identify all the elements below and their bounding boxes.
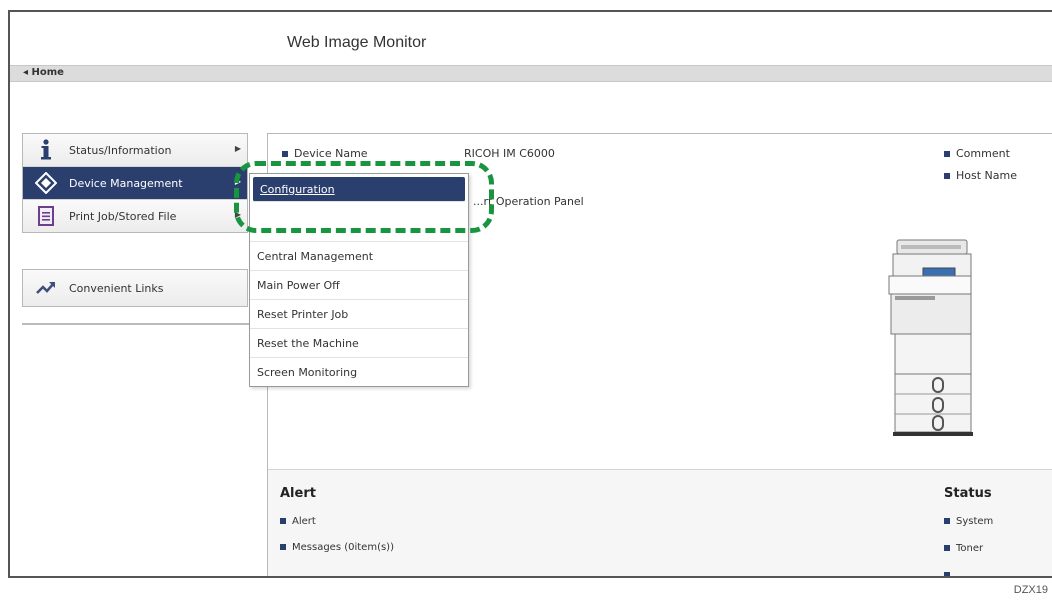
chevron-right-icon: ▶ xyxy=(234,177,241,186)
messages-link[interactable]: Messages (0item(s)) xyxy=(280,542,394,553)
menu-spacer xyxy=(250,205,468,242)
bullet-icon xyxy=(280,544,286,550)
status-heading: Status xyxy=(944,486,992,501)
menu-item-reset-the-machine[interactable]: Reset the Machine xyxy=(250,329,468,358)
printer-image xyxy=(875,238,985,442)
main-nav-menu: Status/Information ▶ Device Management ▶ xyxy=(22,133,248,233)
menu-item-central-management[interactable]: Central Management xyxy=(250,242,468,271)
messages-link-label: Messages (0item(s)) xyxy=(292,542,394,553)
toner-link-label: Toner xyxy=(956,543,984,554)
system-link-label: System xyxy=(956,516,994,527)
breadcrumb-bar: ◂ Home xyxy=(10,65,1052,82)
comment-label: Comment xyxy=(956,147,1010,160)
figure-caption: DZX19 xyxy=(1013,584,1048,596)
info-icon xyxy=(33,139,59,161)
nav-item-label: Device Management xyxy=(69,176,183,190)
comment-field: Comment xyxy=(944,147,1010,160)
bullet-icon xyxy=(280,518,286,524)
bullet-icon xyxy=(282,151,288,157)
link-arrow-icon xyxy=(33,281,59,295)
convenient-links-button[interactable]: Convenient Links xyxy=(22,269,248,307)
device-management-submenu: Configuration Central Management Main Po… xyxy=(249,173,469,387)
status-more-partial xyxy=(944,570,956,576)
alert-status-area: Alert Alert Messages (0item(s)) Status S… xyxy=(268,469,1052,576)
menu-item-screen-monitoring[interactable]: Screen Monitoring xyxy=(250,358,468,386)
bullet-icon xyxy=(944,173,950,179)
chevron-right-icon: ▶ xyxy=(234,144,241,153)
nav-item-label: Print Job/Stored File xyxy=(69,209,177,223)
alert-link[interactable]: Alert xyxy=(280,516,316,527)
home-link[interactable]: ◂ Home xyxy=(23,67,64,78)
nav-item-label: Status/Information xyxy=(69,143,172,157)
bullet-icon xyxy=(944,545,950,551)
device-name-value: RICOH IM C6000 xyxy=(464,147,555,160)
bullet-icon xyxy=(944,151,950,157)
nav-item-status-information[interactable]: Status/Information ▶ xyxy=(23,134,247,167)
nav-item-print-job-stored-file[interactable]: Print Job/Stored File ▶ xyxy=(23,200,247,232)
host-name-label: Host Name xyxy=(956,169,1017,182)
device-name-label: Device Name xyxy=(294,147,368,160)
system-link[interactable]: System xyxy=(944,516,993,527)
menu-item-configuration[interactable]: Configuration xyxy=(253,177,465,202)
menu-item-reset-printer-job[interactable]: Reset Printer Job xyxy=(250,300,468,329)
menu-item-main-power-off[interactable]: Main Power Off xyxy=(250,271,468,300)
host-name-field: Host Name xyxy=(944,169,1017,182)
nav-divider xyxy=(22,323,268,325)
nav-item-device-management[interactable]: Device Management ▶ xyxy=(23,167,247,200)
bullet-icon xyxy=(944,518,950,524)
convenient-links-label: Convenient Links xyxy=(69,281,164,295)
toner-link[interactable]: Toner xyxy=(944,543,983,554)
device-name-field: Device Name xyxy=(282,147,368,160)
app-title: Web Image Monitor xyxy=(287,34,427,51)
operation-panel-text: ...rt Operation Panel xyxy=(473,195,584,208)
bullet-icon xyxy=(944,572,950,576)
alert-heading: Alert xyxy=(280,486,316,501)
document-icon xyxy=(33,206,59,226)
chevron-right-icon: ▶ xyxy=(234,210,241,219)
alert-link-label: Alert xyxy=(292,516,316,527)
browser-frame: Web Image Monitor ◂ Home Status/Informat… xyxy=(8,10,1052,578)
device-management-icon xyxy=(33,172,59,194)
